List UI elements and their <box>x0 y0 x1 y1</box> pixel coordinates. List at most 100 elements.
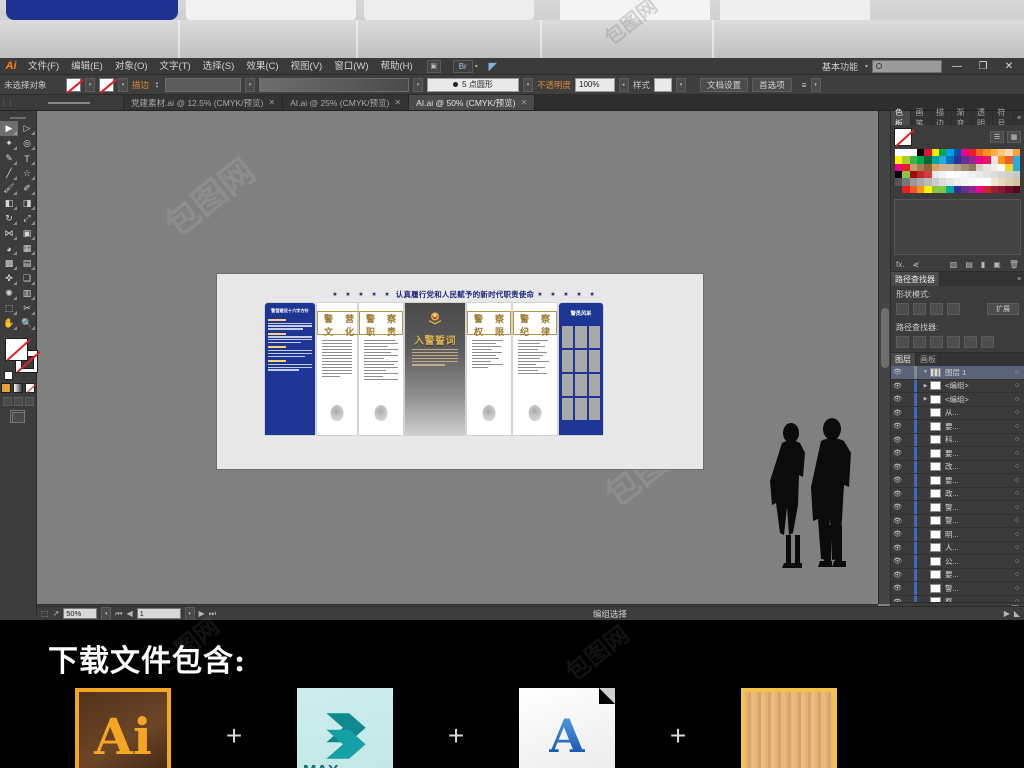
swatch-cell[interactable] <box>953 149 962 157</box>
panel-left-blue[interactable]: 警营建设十六字方针 <box>265 303 315 435</box>
swatch-cell[interactable] <box>983 185 991 194</box>
tab-transparency[interactable]: 透明 <box>973 108 994 128</box>
target-icon[interactable]: ○ <box>1010 382 1024 389</box>
tab-brushes[interactable]: 画笔 <box>911 108 932 128</box>
swatch-cell[interactable] <box>902 185 910 194</box>
shape-tool[interactable]: ☆ <box>18 166 36 181</box>
perspective-grid-tool[interactable]: ▦ <box>18 241 36 256</box>
swatch-cell[interactable] <box>909 149 918 157</box>
layer-row[interactable]: 👁 公... ○ <box>891 555 1024 569</box>
swatch-cell[interactable] <box>902 178 910 186</box>
chevron-down-icon[interactable]: ▾ <box>865 63 868 70</box>
eye-icon[interactable]: 👁 <box>891 490 904 498</box>
swatch-cell[interactable] <box>895 185 903 194</box>
swatch-cell[interactable] <box>895 163 903 172</box>
scale-tool[interactable]: ⤢ <box>18 211 36 226</box>
tab-symbols[interactable]: 符号 <box>993 108 1014 128</box>
swatch-cell[interactable] <box>975 178 984 186</box>
stroke-profile-dropdown-icon[interactable]: ▾ <box>413 77 424 92</box>
screen-mode-button[interactable] <box>0 410 36 423</box>
swatch-cell[interactable] <box>895 149 903 157</box>
eye-icon[interactable]: 👁 <box>891 449 904 457</box>
swatch-cell[interactable] <box>968 163 976 172</box>
fill-stroke-control[interactable] <box>4 337 38 380</box>
symbol-sprayer-tool[interactable]: ✺ <box>0 286 18 301</box>
target-icon[interactable]: ○ <box>1010 517 1024 524</box>
column-graph-tool[interactable]: ▥ <box>18 286 36 301</box>
tab-grip-icon[interactable]: ⋮⋮ <box>0 95 14 110</box>
swatch-cell[interactable] <box>1012 163 1020 172</box>
swatch-cell[interactable] <box>961 149 969 157</box>
swatch-cell[interactable] <box>997 178 1006 186</box>
bridge-icon[interactable]: Br <box>452 59 473 73</box>
swatch-cell[interactable] <box>924 163 932 172</box>
draw-behind-icon[interactable] <box>13 397 23 406</box>
duplicate-icon[interactable]: ▮ <box>981 260 985 269</box>
panel-police-discipline[interactable]: 警 察 纪 律 <box>513 303 557 435</box>
swatch-cell[interactable] <box>917 171 925 179</box>
canvas-area[interactable]: 包图网 包图网 ★ ★ ★ ★ ★ 认真履行党和人民赋予的新时代职责使命 ★ ★… <box>37 111 890 616</box>
fill-swatch[interactable] <box>66 77 81 92</box>
fill-dropdown-icon[interactable]: ▾ <box>85 77 95 92</box>
swatch-cell[interactable] <box>931 163 940 172</box>
swatch-cell[interactable] <box>924 149 932 157</box>
target-icon[interactable]: ○ <box>1010 585 1024 592</box>
layer-row[interactable]: 👁 ▼ 图层 1 ○ <box>891 366 1024 380</box>
none-swatch[interactable] <box>894 128 912 146</box>
swatch-cell[interactable] <box>931 171 940 179</box>
direct-selection-tool[interactable]: ▷ <box>18 121 36 136</box>
panel-police-culture[interactable]: 警 营 文 化 <box>317 303 361 435</box>
target-icon[interactable]: ○ <box>1010 409 1024 416</box>
pen-tool[interactable]: ✎ <box>0 151 18 166</box>
twist-icon[interactable]: ▶ <box>921 396 930 402</box>
zoom-level-field[interactable]: 50% <box>63 608 98 619</box>
target-icon[interactable]: ○ <box>1010 396 1024 403</box>
opacity-field[interactable]: 100% <box>575 77 616 92</box>
layer-row[interactable]: 👁 科... ○ <box>891 433 1024 448</box>
link-icon[interactable]: ⋞ <box>912 260 919 269</box>
swatch-cell[interactable] <box>931 156 940 164</box>
artboard-number-field[interactable]: 1 <box>136 608 181 619</box>
layer-row[interactable]: 👁 ▶ <编组> ○ <box>891 393 1024 407</box>
swatch-cell[interactable] <box>975 171 984 179</box>
stroke-weight-stepper[interactable]: ▲ ▼ <box>153 78 161 92</box>
swatch-cell[interactable] <box>983 171 991 179</box>
canvas-vertical-scrollbar[interactable] <box>878 111 890 604</box>
minimize-button[interactable]: — <box>946 58 968 74</box>
delete-icon[interactable]: 🗑 <box>1009 260 1019 269</box>
layer-row[interactable]: 👁 从... ○ <box>891 406 1024 421</box>
eye-icon[interactable]: 👁 <box>891 436 904 444</box>
swatch-cell[interactable] <box>1012 149 1020 157</box>
swatch-cell[interactable] <box>975 163 984 172</box>
target-icon[interactable]: ○ <box>1010 477 1024 484</box>
style-dropdown-icon[interactable]: ▾ <box>676 77 687 92</box>
swatch-cell[interactable] <box>939 185 947 194</box>
none-button[interactable] <box>25 383 35 393</box>
tab-stroke[interactable]: 描边 <box>932 108 953 128</box>
menu-edit[interactable]: 编辑(E) <box>65 58 109 75</box>
eye-icon[interactable]: 👁 <box>891 409 904 417</box>
swatch-cell[interactable] <box>961 156 969 164</box>
target-icon[interactable]: ○ <box>1010 463 1024 470</box>
swatch-cell[interactable] <box>961 185 969 194</box>
swatch-cell[interactable] <box>939 178 947 186</box>
twist-icon[interactable]: ▼ <box>921 369 930 375</box>
swatch-cell[interactable] <box>968 171 976 179</box>
eye-icon[interactable]: 👁 <box>891 476 904 484</box>
menu-help[interactable]: 帮助(H) <box>375 58 419 75</box>
twist-icon[interactable]: ▶ <box>921 383 930 389</box>
layer-row[interactable]: 👁 警... ○ <box>891 514 1024 529</box>
tab-ai-50[interactable]: AI.ai @ 50% (CMYK/预览) ✕ <box>409 95 536 110</box>
minus-back-icon[interactable] <box>981 336 994 349</box>
panel-officer-showcase[interactable]: 警员风采 <box>559 303 603 435</box>
eye-icon[interactable]: 👁 <box>891 530 904 538</box>
swatch-cell[interactable] <box>939 163 947 172</box>
swatches-grid[interactable] <box>891 149 1024 196</box>
tab-artboards[interactable]: 画板 <box>916 353 941 367</box>
layer-row[interactable]: 👁 要... ○ <box>891 474 1024 488</box>
panel-police-duty[interactable]: 警 察 职 责 <box>359 303 403 435</box>
swatch-cell[interactable] <box>968 156 976 164</box>
swatch-cell[interactable] <box>997 163 1006 172</box>
swatch-cell[interactable] <box>1005 178 1013 186</box>
swatch-cell[interactable] <box>968 178 976 186</box>
